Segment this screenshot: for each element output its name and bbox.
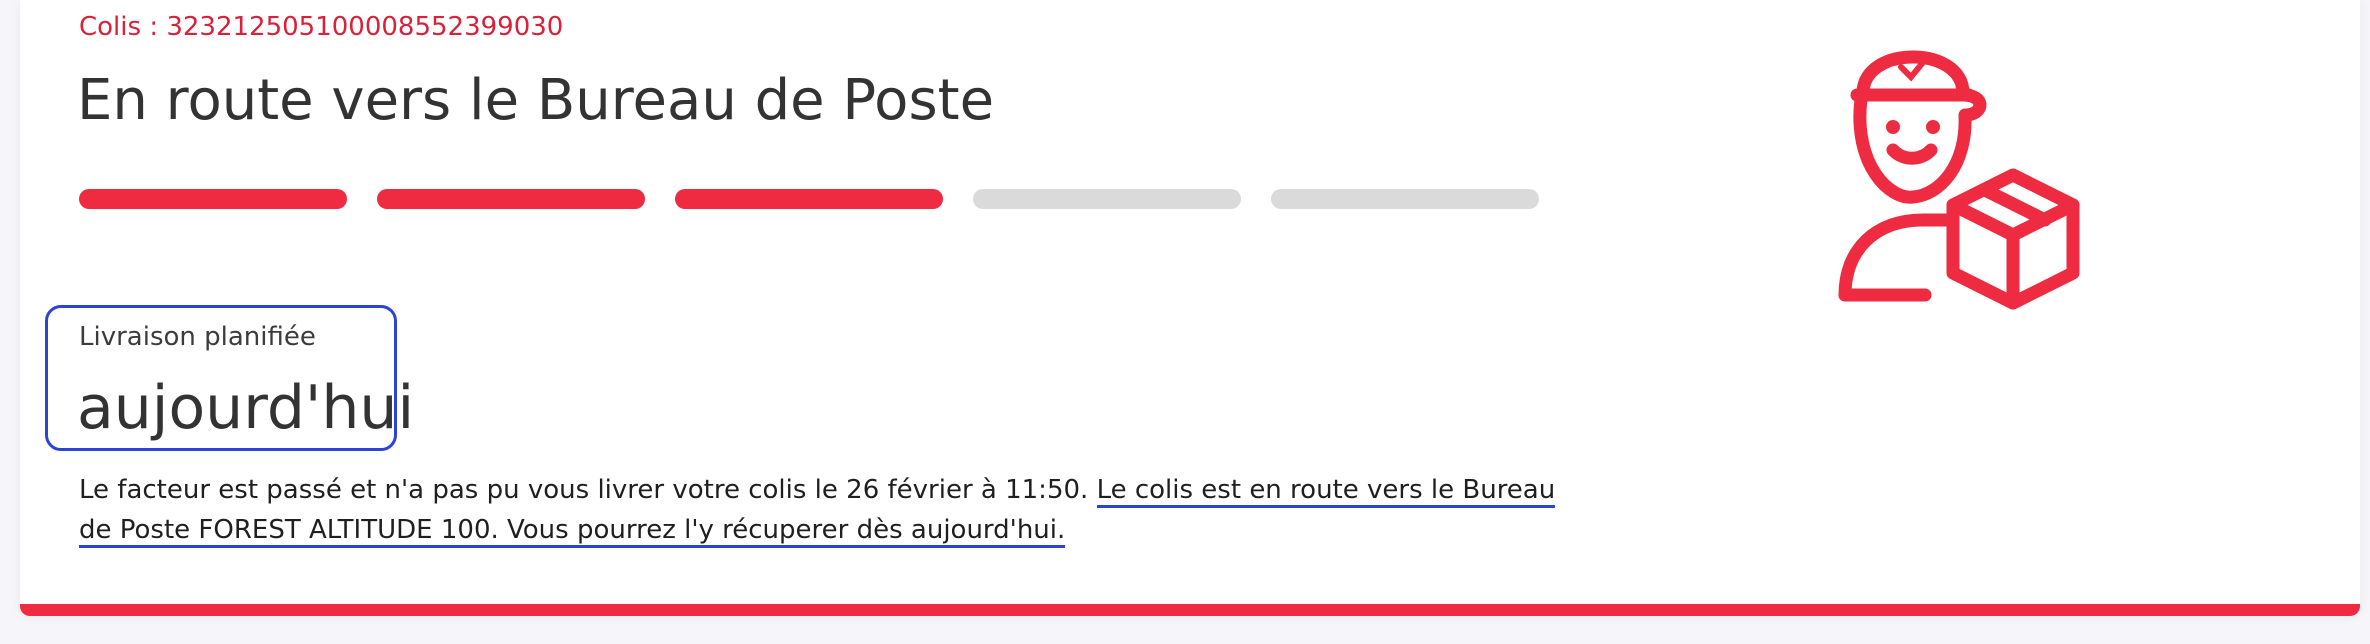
progress-step bbox=[1271, 189, 1539, 209]
delivery-message-text: Le facteur est passé et n'a pas pu vous … bbox=[79, 475, 1097, 505]
page-title: En route vers le Bureau de Poste bbox=[77, 68, 995, 133]
progress-step bbox=[973, 189, 1241, 209]
progress-step bbox=[377, 189, 645, 209]
progress-step bbox=[675, 189, 943, 209]
planned-delivery-value: aujourd'hui bbox=[77, 373, 415, 443]
parcel-id: Colis : 323212505100008552399030 bbox=[79, 12, 564, 42]
tracking-card: Colis : 323212505100008552399030 En rout… bbox=[20, 0, 2360, 616]
courier-with-package-icon bbox=[1838, 50, 2080, 310]
progress-step bbox=[79, 189, 347, 209]
planned-delivery-label: Livraison planifiée bbox=[79, 322, 316, 352]
delivery-message: Le facteur est passé et n'a pas pu vous … bbox=[79, 470, 1579, 550]
progress-bar bbox=[79, 189, 1539, 209]
